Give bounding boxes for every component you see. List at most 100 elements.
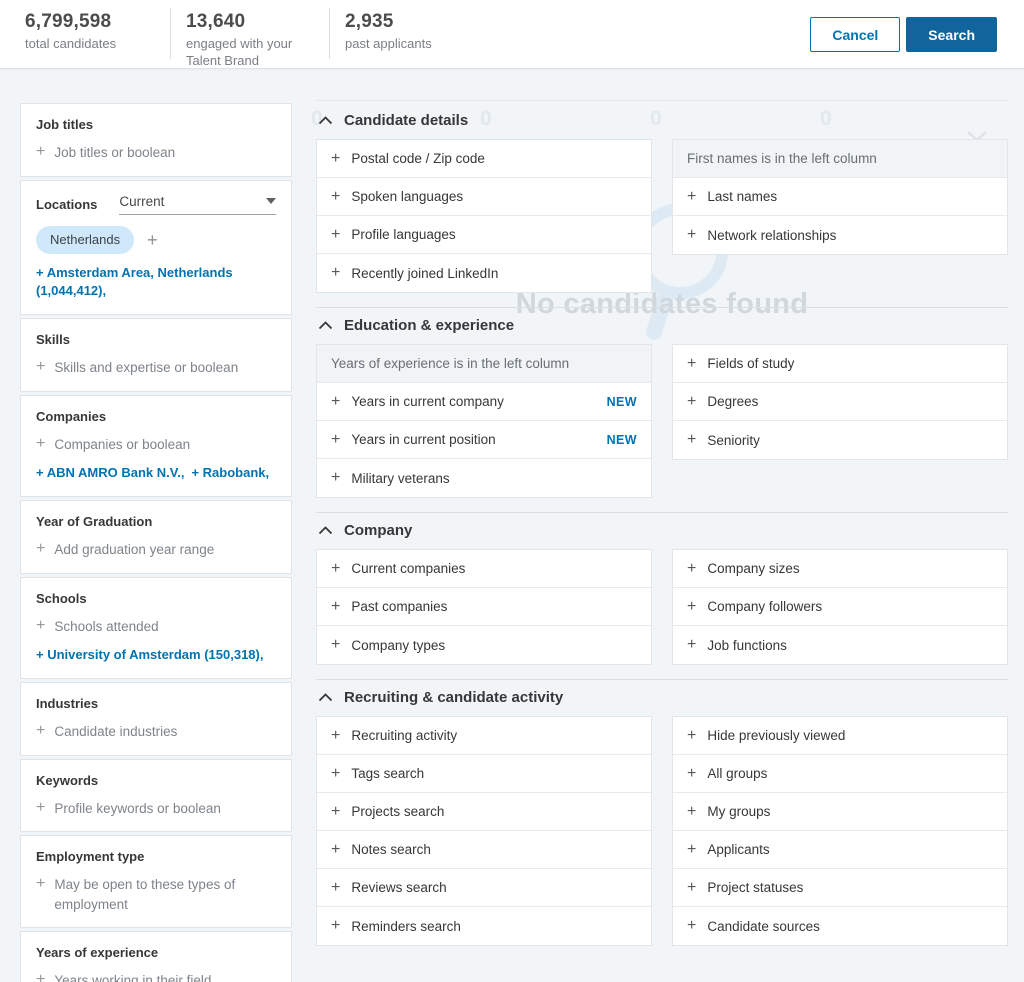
filter-row-current-companies[interactable]: + Current companies [317, 550, 651, 588]
filter-row-company-followers[interactable]: + Company followers [673, 588, 1007, 626]
filter-row-degrees[interactable]: + Degrees [673, 383, 1007, 421]
plus-icon: + [36, 722, 46, 740]
filter-row-company-sizes[interactable]: + Company sizes [673, 550, 1007, 588]
section-header-education-experience[interactable]: Education & experience [318, 317, 1008, 334]
plus-icon: + [687, 764, 697, 782]
filter-row-all-groups[interactable]: + All groups [673, 755, 1007, 793]
section-divider [316, 512, 1008, 513]
input-placeholder: Skills and expertise or boolean [54, 360, 239, 376]
suggested-location-link[interactable]: + Amsterdam Area, Netherlands (1,044,412… [36, 264, 276, 302]
suggested-company-link[interactable]: + Rabobank, [191, 464, 269, 483]
plus-icon: + [687, 226, 697, 244]
stat-label: past applicants [345, 36, 432, 51]
location-pill-netherlands[interactable]: Netherlands [36, 225, 135, 254]
filter-row-project-statuses[interactable]: + Project statuses [673, 869, 1007, 907]
suggested-school-link[interactable]: + University of Amsterdam (150,318), [36, 646, 263, 665]
filter-label: Candidate sources [707, 918, 820, 934]
filter-row-years-current-company[interactable]: + Years in current company NEW [317, 383, 651, 421]
filter-row-last-names[interactable]: + Last names [673, 178, 1007, 216]
sidebar-section-locations: Locations Current Netherlands + + Amster… [20, 179, 292, 316]
filter-row-notes-search[interactable]: + Notes search [317, 831, 651, 869]
filter-label: Hide previously viewed [707, 728, 846, 743]
schools-input[interactable]: + Schools attended [36, 617, 276, 637]
filter-row-profile-languages[interactable]: + Profile languages [317, 216, 651, 254]
plus-icon: + [331, 430, 341, 448]
filters-column-right: First names is in the left column + Last… [672, 139, 1008, 255]
plus-icon: + [331, 726, 341, 744]
cancel-button[interactable]: Cancel [810, 17, 901, 52]
filter-label: Years in current company [351, 394, 504, 409]
filter-label: Recruiting activity [351, 728, 458, 743]
plus-icon: + [331, 878, 341, 896]
filters-column-left: + Current companies + Past companies + C… [316, 549, 652, 665]
section-title: Skills [36, 332, 70, 348]
filter-row-applicants[interactable]: + Applicants [673, 831, 1007, 869]
keywords-input[interactable]: + Profile keywords or boolean [36, 799, 276, 819]
filter-row-postal-code[interactable]: + Postal code / Zip code [317, 140, 651, 178]
employment-type-input[interactable]: + May be open to these types of employme… [36, 875, 276, 914]
filter-row-projects-search[interactable]: + Projects search [317, 793, 651, 831]
job-titles-input[interactable]: + Job titles or boolean [36, 143, 276, 163]
filter-label: Current companies [351, 561, 466, 576]
filter-label: Profile languages [351, 227, 456, 242]
add-location-icon[interactable]: + [147, 231, 158, 249]
section-header-company[interactable]: Company [318, 522, 1008, 539]
section-title: Company [344, 522, 413, 539]
plus-icon: + [331, 636, 341, 654]
plus-icon: + [36, 358, 46, 376]
plus-icon: + [687, 431, 697, 449]
filter-row-years-current-position[interactable]: + Years in current position NEW [317, 421, 651, 459]
filter-row-company-types[interactable]: + Company types [317, 626, 651, 664]
plus-icon: + [331, 840, 341, 858]
filter-row-network-relationships[interactable]: + Network relationships [673, 216, 1007, 254]
sidebar-section-employment-type: Employment type + May be open to these t… [20, 835, 292, 929]
section-header-recruiting-activity[interactable]: Recruiting & candidate activity [318, 689, 1008, 706]
years-experience-input[interactable]: + Years working in their field [36, 971, 276, 982]
industries-input[interactable]: + Candidate industries [36, 722, 276, 742]
plus-icon: + [687, 917, 697, 935]
filter-row-seniority[interactable]: + Seniority [673, 421, 1007, 459]
section-divider [316, 679, 1008, 680]
suggested-company-link[interactable]: + ABN AMRO Bank N.V., [36, 464, 184, 483]
filter-label: All groups [707, 766, 768, 781]
plus-icon: + [687, 354, 697, 372]
search-button[interactable]: Search [906, 17, 997, 52]
filter-row-reminders-search[interactable]: + Reminders search [317, 907, 651, 945]
filter-row-tags-search[interactable]: + Tags search [317, 755, 651, 793]
sidebar-section-year-of-graduation: Year of Graduation + Add graduation year… [20, 500, 292, 574]
chevron-up-icon [318, 526, 333, 535]
section-title: Years of experience [36, 945, 159, 961]
filter-row-military-veterans[interactable]: + Military veterans [317, 459, 651, 497]
filter-label: Applicants [707, 842, 770, 857]
filter-row-hide-previously-viewed[interactable]: + Hide previously viewed [673, 717, 1007, 755]
filters-column-left: + Postal code / Zip code + Spoken langua… [316, 139, 652, 293]
filter-row-my-groups[interactable]: + My groups [673, 793, 1007, 831]
location-type-dropdown[interactable]: Current [119, 194, 276, 215]
section-divider [316, 307, 1008, 308]
filter-label: Notes search [351, 842, 431, 857]
filter-row-job-functions[interactable]: + Job functions [673, 626, 1007, 664]
stat-talent-brand: 13,640 engaged with your Talent Brand [171, 0, 329, 70]
filter-row-reviews-search[interactable]: + Reviews search [317, 869, 651, 907]
filter-row-spoken-languages[interactable]: + Spoken languages [317, 178, 651, 216]
new-badge: NEW [606, 432, 637, 447]
filter-row-recently-joined[interactable]: + Recently joined LinkedIn [317, 254, 651, 292]
skills-input[interactable]: + Skills and expertise or boolean [36, 358, 276, 378]
filter-label: Company sizes [707, 561, 800, 576]
filter-label: Seniority [707, 432, 760, 448]
filter-row-candidate-sources[interactable]: + Candidate sources [673, 907, 1007, 945]
plus-icon: + [36, 434, 46, 452]
plus-icon: + [687, 597, 697, 615]
companies-input[interactable]: + Companies or boolean [36, 435, 276, 455]
filters-column-right: + Hide previously viewed + All groups + … [672, 716, 1008, 946]
graduation-year-input[interactable]: + Add graduation year range [36, 540, 276, 560]
plus-icon: + [687, 636, 697, 654]
filter-row-fields-of-study[interactable]: + Fields of study [673, 345, 1007, 383]
filter-label: Job functions [707, 637, 787, 653]
filter-label: Company types [351, 637, 446, 653]
section-header-candidate-details[interactable]: Candidate details [318, 84, 1008, 129]
filter-row-recruiting-activity[interactable]: + Recruiting activity [317, 717, 651, 755]
filter-label: Postal code / Zip code [351, 151, 485, 166]
plus-icon: + [331, 392, 341, 410]
filter-row-past-companies[interactable]: + Past companies [317, 588, 651, 626]
